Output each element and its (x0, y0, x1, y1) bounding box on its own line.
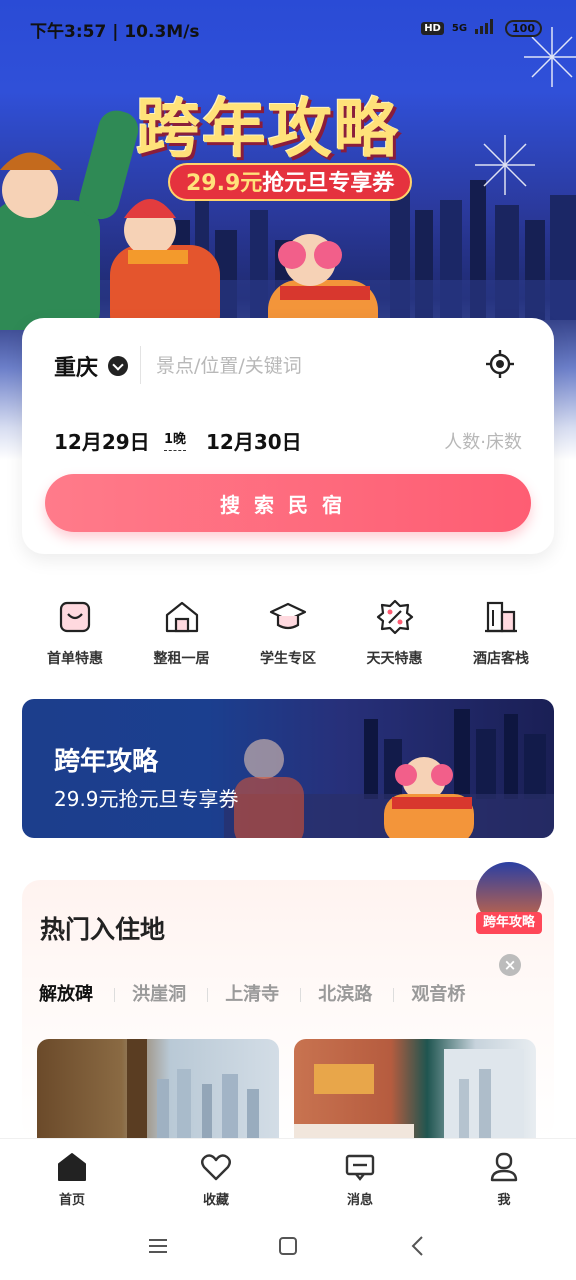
category-first-order[interactable]: 首单特惠 (22, 598, 128, 678)
tab-hongyadong[interactable]: 洪崖洞 (114, 980, 203, 1006)
nav-me[interactable]: 我 (432, 1139, 576, 1210)
tab-shangqingsi[interactable]: 上清寺 (207, 980, 296, 1006)
promo-subtitle: 29.9元抢元旦专享券 (54, 787, 239, 811)
promo-banner[interactable]: 跨年攻略 29.9元抢元旦专享券 (22, 699, 554, 838)
close-icon[interactable]: × (499, 954, 521, 976)
section-title: 热门入住地 (40, 915, 166, 944)
city-selector[interactable]: 重庆 (54, 350, 98, 382)
nav-home[interactable]: 首页 (0, 1139, 144, 1210)
bottom-nav: 首页 收藏 消息 我 (0, 1138, 576, 1210)
home-icon (58, 1153, 86, 1181)
shopping-bag-icon (59, 601, 91, 633)
hero-coupon-pill[interactable]: 29.9元抢元旦专享券 (168, 163, 413, 201)
checkout-date[interactable]: 12月30日 (206, 426, 302, 455)
tab-beibinlu[interactable]: 北滨路 (300, 980, 389, 1006)
house-icon (165, 601, 198, 633)
signal-bars-icon (475, 18, 497, 39)
category-hotel[interactable]: 酒店客栈 (448, 598, 554, 678)
new-year-illustration (224, 709, 554, 838)
chevron-down-icon[interactable] (108, 356, 128, 376)
category-label: 学生专区 (260, 651, 316, 667)
back-icon[interactable] (406, 1234, 430, 1258)
hd-icon: HD (421, 22, 444, 35)
nav-label: 收藏 (202, 1193, 229, 1208)
nav-label: 消息 (346, 1193, 373, 1208)
menu-icon[interactable] (146, 1234, 170, 1258)
destination-tabs: 解放碑 洪崖洞 上清寺 北滨路 观音桥 (22, 980, 554, 1010)
nav-favorites[interactable]: 收藏 (144, 1139, 288, 1210)
guests-selector[interactable]: 人数·床数 (444, 428, 522, 454)
category-whole-rental[interactable]: 整租一居 (129, 598, 235, 678)
hero-title: 跨年攻略 (136, 93, 400, 167)
search-button[interactable]: 搜索民宿 (45, 474, 531, 532)
category-student[interactable]: 学生专区 (235, 598, 341, 678)
graduation-cap-icon (269, 602, 307, 630)
nights-count: 1晚 (164, 428, 187, 451)
floating-promo-badge[interactable]: 跨年攻略 (474, 862, 544, 936)
listing-photo[interactable] (37, 1039, 279, 1140)
battery-icon: 100 (505, 20, 542, 37)
promo-title: 跨年攻略 (54, 747, 159, 777)
category-row: 首单特惠 整租一居 学生专区 天天特惠 酒店客栈 (22, 598, 554, 678)
tab-guanyinqiao[interactable]: 观音桥 (393, 980, 482, 1006)
tab-jiefangbei[interactable]: 解放碑 (22, 980, 110, 1006)
nav-messages[interactable]: 消息 (288, 1139, 432, 1210)
search-card: 重庆 12月29日 1晚 12月30日 人数·床数 搜索民宿 (22, 318, 554, 554)
firework-decoration (475, 135, 535, 195)
system-navigation-bar (0, 1210, 576, 1280)
room-photo-image (294, 1049, 524, 1140)
home-square-icon[interactable] (276, 1234, 300, 1258)
keyword-input[interactable] (156, 348, 456, 384)
category-label: 酒店客栈 (473, 651, 529, 667)
message-icon (345, 1154, 375, 1181)
user-icon (490, 1152, 518, 1182)
listing-photo[interactable] (294, 1039, 536, 1140)
locate-icon[interactable] (486, 350, 514, 378)
checkin-date[interactable]: 12月29日 (54, 426, 150, 455)
category-label: 整租一居 (153, 651, 210, 667)
nav-label: 首页 (58, 1193, 85, 1208)
category-label: 首单特惠 (47, 651, 103, 667)
status-time: 下午3:57 | 10.3M/s (30, 22, 200, 42)
heart-icon (201, 1154, 231, 1181)
building-icon (485, 601, 517, 633)
room-photo-image (127, 1039, 259, 1140)
category-daily-deals[interactable]: 天天特惠 (342, 598, 448, 678)
nav-label: 我 (497, 1193, 511, 1208)
category-label: 天天特惠 (366, 651, 423, 667)
status-bar: 下午3:57 | 10.3M/s HD 5G 100 (0, 0, 576, 56)
discount-badge-icon (376, 599, 413, 635)
divider (140, 346, 141, 384)
signal-icon: 5G (451, 23, 468, 34)
badge-label: 跨年攻略 (476, 912, 542, 934)
